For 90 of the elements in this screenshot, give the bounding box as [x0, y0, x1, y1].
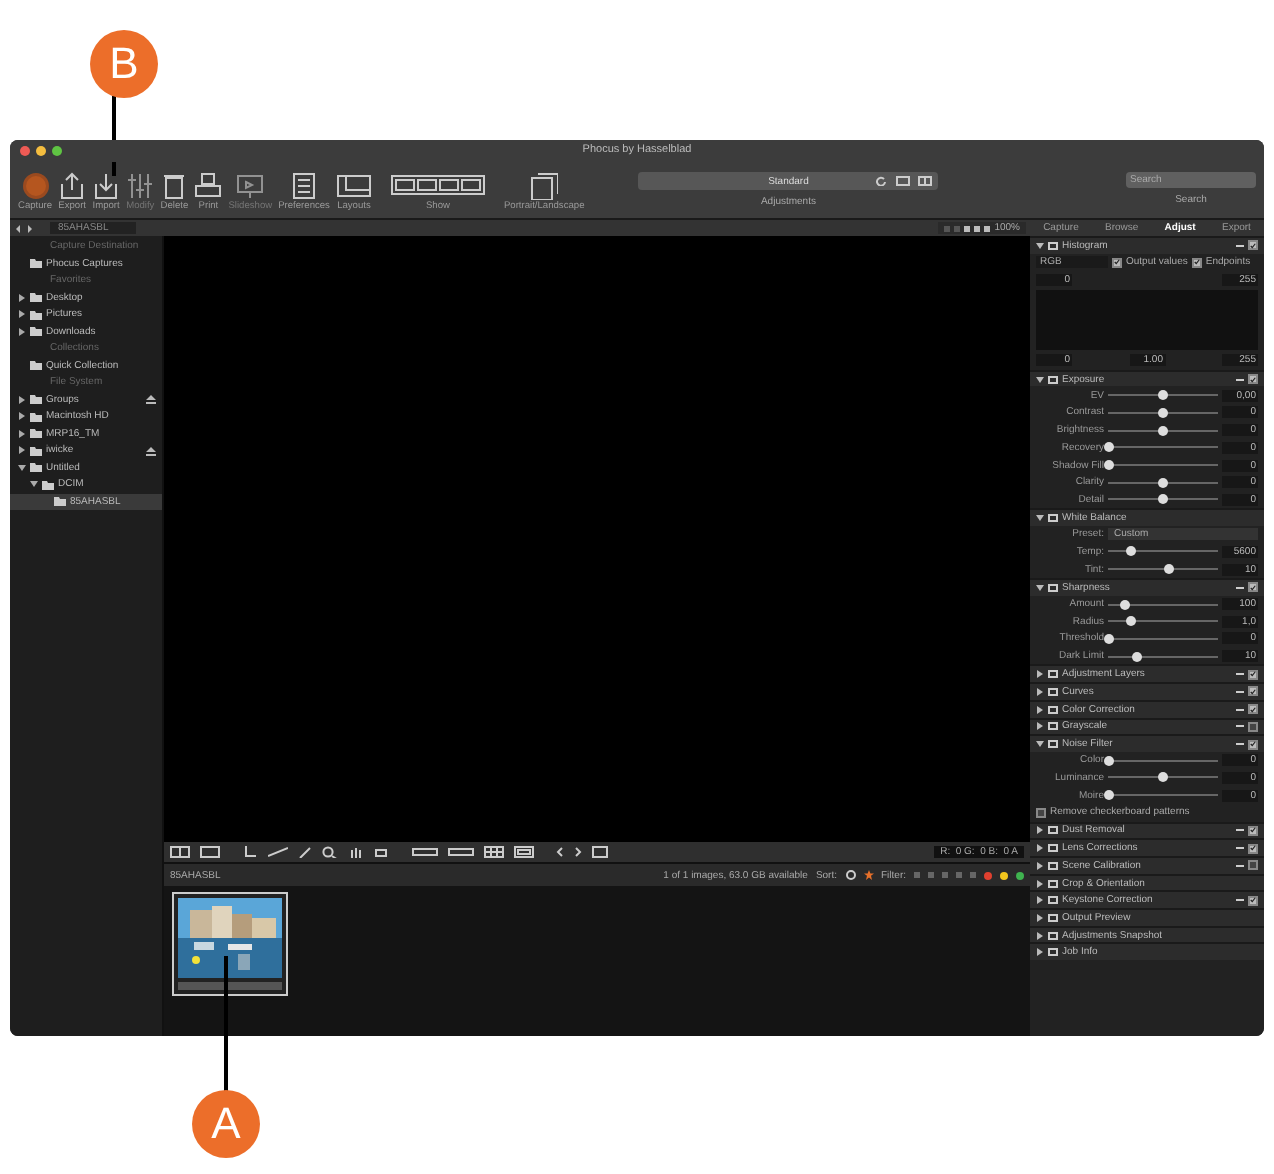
slider-thumb[interactable]	[1125, 616, 1135, 627]
folder-icon	[30, 360, 42, 371]
slider-thumb[interactable]	[1158, 477, 1168, 488]
folder-icon	[30, 258, 42, 269]
enable-checkbox[interactable]	[1248, 374, 1258, 385]
enable-checkbox[interactable]	[1248, 825, 1258, 836]
star-filter-icon[interactable]	[970, 872, 976, 878]
star-icon[interactable]	[863, 870, 873, 880]
disclosure-triangle-icon	[1036, 583, 1044, 592]
import-icon	[92, 172, 121, 200]
trash-icon	[160, 172, 189, 200]
magnifier-icon[interactable]	[322, 846, 338, 858]
color-filter-dot[interactable]	[1000, 871, 1008, 879]
crop-icon[interactable]	[242, 846, 258, 858]
slider-thumb[interactable]	[1158, 772, 1168, 783]
layers-icon	[1048, 241, 1058, 250]
minimize-button[interactable]	[36, 146, 46, 156]
star-filter-icon[interactable]	[928, 872, 934, 878]
clock-icon[interactable]	[845, 870, 855, 880]
overlay-icon[interactable]	[592, 846, 608, 858]
slider-thumb[interactable]	[1125, 546, 1135, 557]
star-filter-icon[interactable]	[914, 872, 920, 878]
previous-icon[interactable]	[556, 846, 564, 858]
eject-icon[interactable]	[146, 394, 156, 405]
star-filter-icon[interactable]	[942, 872, 948, 878]
slider-thumb[interactable]	[1103, 790, 1113, 801]
reset-icon	[876, 176, 887, 186]
screen-icon	[236, 172, 265, 200]
line-icon[interactable]	[268, 846, 288, 858]
slider-thumb[interactable]	[1158, 494, 1168, 505]
thumbnail[interactable]	[172, 892, 288, 996]
enable-checkbox[interactable]	[1248, 721, 1258, 732]
panels-icon	[389, 172, 486, 200]
disclosure-triangle-icon	[1036, 241, 1044, 250]
checkbox[interactable]	[1112, 257, 1122, 268]
record-icon	[21, 172, 50, 200]
enable-checkbox[interactable]	[1248, 895, 1258, 906]
next-icon[interactable]	[574, 846, 582, 858]
slider-thumb[interactable]	[1158, 390, 1168, 401]
layers-icon	[1048, 583, 1058, 592]
toggle-icon	[896, 176, 911, 186]
leader-line	[224, 956, 228, 1092]
slider-thumb[interactable]	[1132, 651, 1143, 662]
layers-icon	[1048, 375, 1058, 384]
export-icon	[58, 172, 87, 200]
close-button[interactable]	[20, 146, 30, 156]
checkbox[interactable]	[1036, 807, 1046, 818]
callout-marker: A	[192, 1090, 260, 1158]
enable-checkbox[interactable]	[1248, 704, 1258, 715]
enable-checkbox[interactable]	[1248, 669, 1258, 680]
eyedropper-icon[interactable]	[298, 846, 312, 858]
browser-icon[interactable]	[514, 846, 534, 858]
callout-marker: B	[90, 30, 158, 98]
eject-icon[interactable]	[146, 445, 156, 456]
list-icon	[290, 172, 319, 200]
caption-bar	[178, 982, 282, 990]
back-icon[interactable]	[14, 223, 22, 233]
strip-icon[interactable]	[448, 846, 474, 858]
layout-icon	[335, 172, 372, 200]
slider-thumb[interactable]	[1103, 442, 1113, 453]
slider-thumb[interactable]	[1158, 407, 1168, 418]
rotate-frames-icon	[530, 172, 559, 200]
slider-thumb[interactable]	[1103, 755, 1113, 766]
grid-icon[interactable]	[484, 846, 504, 858]
slider-thumb[interactable]	[1103, 633, 1113, 644]
checkbox[interactable]	[1191, 257, 1202, 268]
disclosure-triangle-icon	[1036, 514, 1044, 523]
compare-view-icon[interactable]	[170, 846, 190, 858]
enable-checkbox[interactable]	[1248, 240, 1258, 251]
forward-icon[interactable]	[26, 223, 34, 233]
color-filter-dot[interactable]	[1016, 871, 1024, 879]
enable-checkbox[interactable]	[1248, 686, 1258, 697]
printer-icon	[194, 172, 223, 200]
slider-thumb[interactable]	[1158, 425, 1168, 436]
slider-thumb[interactable]	[1163, 564, 1174, 575]
star-filter-icon[interactable]	[956, 872, 962, 878]
compare-icon	[918, 176, 933, 186]
enable-checkbox[interactable]	[1248, 843, 1258, 854]
slider-thumb[interactable]	[1119, 599, 1130, 610]
enable-checkbox[interactable]	[1248, 582, 1258, 593]
slider-thumb[interactable]	[1103, 460, 1113, 471]
layers-icon	[1048, 514, 1058, 523]
strip-icon[interactable]	[412, 846, 438, 858]
enable-checkbox[interactable]	[1248, 739, 1258, 750]
color-filter-dot[interactable]	[984, 871, 992, 879]
disclosure-triangle-icon	[1036, 375, 1044, 384]
sliders-icon	[126, 172, 155, 200]
single-view-icon[interactable]	[200, 846, 220, 858]
enable-checkbox[interactable]	[1248, 860, 1258, 871]
zoom-button[interactable]	[52, 146, 62, 156]
